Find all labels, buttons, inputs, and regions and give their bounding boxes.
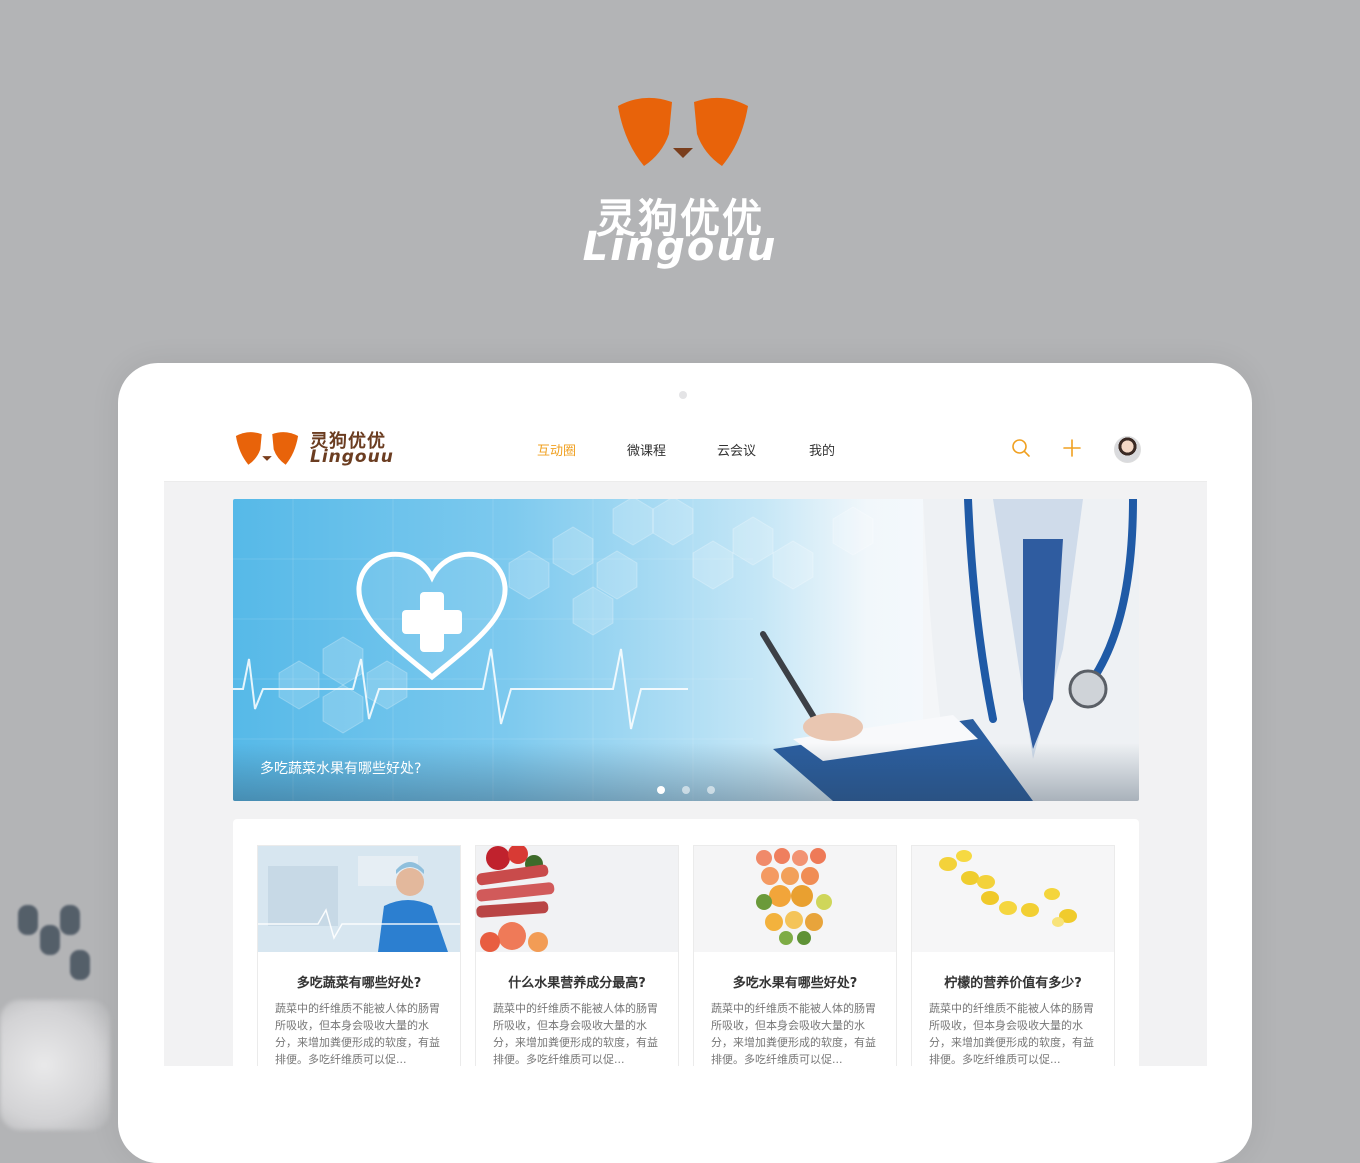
card-description: 蔬菜中的纤维质不能被人体的肠胃所吸收，但本身会吸收大量的水分，来增加粪便形成的软…: [275, 1002, 440, 1066]
decorative-pill: [60, 905, 80, 935]
article-card[interactable]: 多吃水果有哪些好处? 蔬菜中的纤维质不能被人体的肠胃所吸收，但本身会吸收大量的水…: [693, 845, 897, 1066]
decorative-bottle: [0, 1000, 110, 1130]
app-screen: 灵狗优优 Lingouu 互动圈 微课程 云会议 我的 多吃蔬菜水果有哪些好处?…: [164, 416, 1207, 1066]
article-card[interactable]: 什么水果营养成分最高? 蔬菜中的纤维质不能被人体的肠胃所吸收，但本身会吸收大量的…: [475, 845, 679, 1066]
top-navbar: 灵狗优优 Lingouu 互动圈 微课程 云会议 我的: [164, 416, 1207, 482]
article-card[interactable]: 多吃蔬菜有哪些好处? 蔬菜中的纤维质不能被人体的肠胃所吸收，但本身会吸收大量的水…: [257, 845, 461, 1066]
card-description: 蔬菜中的纤维质不能被人体的肠胃所吸收，但本身会吸收大量的水分，来增加粪便形成的软…: [711, 1002, 876, 1066]
decorative-pill: [40, 925, 60, 955]
tab-cloud-meeting[interactable]: 云会议: [717, 440, 756, 459]
decorative-pill: [70, 950, 90, 980]
card-title: 柠檬的营养价值有多少?: [944, 976, 1082, 991]
card-description: 蔬菜中的纤维质不能被人体的肠胃所吸收，但本身会吸收大量的水分，来增加粪便形成的软…: [929, 1002, 1094, 1066]
tablet-camera: [679, 391, 687, 399]
card-image-doctor: [258, 846, 460, 952]
carousel-dot[interactable]: [707, 786, 715, 794]
dog-logo-icon: [618, 97, 748, 166]
tab-mine[interactable]: 我的: [809, 440, 835, 459]
carousel-dot[interactable]: [657, 786, 665, 794]
dog-logo-icon[interactable]: [234, 430, 300, 466]
carousel-dot[interactable]: [682, 786, 690, 794]
hero-brand-en: Lingouu: [582, 224, 778, 270]
card-image-citrus: [694, 846, 896, 952]
article-cards-panel: 多吃蔬菜有哪些好处? 蔬菜中的纤维质不能被人体的肠胃所吸收，但本身会吸收大量的水…: [233, 819, 1139, 1066]
card-image-fruits: [476, 846, 678, 952]
card-title: 多吃蔬菜有哪些好处?: [296, 976, 422, 991]
search-icon[interactable]: [1011, 438, 1031, 458]
banner-caption[interactable]: 多吃蔬菜水果有哪些好处?: [260, 758, 421, 778]
card-image-lemons: [912, 846, 1114, 952]
card-title: 什么水果营养成分最高?: [508, 976, 646, 991]
decorative-pill: [18, 905, 38, 935]
nav-brand-en: Lingouu: [310, 447, 394, 467]
tab-micro-course[interactable]: 微课程: [627, 440, 666, 459]
tab-interaction-circle[interactable]: 互动圈: [537, 440, 576, 459]
plus-icon[interactable]: [1062, 438, 1082, 458]
article-card[interactable]: 柠檬的营养价值有多少? 蔬菜中的纤维质不能被人体的肠胃所吸收，但本身会吸收大量的…: [911, 845, 1115, 1066]
card-title: 多吃水果有哪些好处?: [732, 976, 858, 991]
banner-carousel[interactable]: 多吃蔬菜水果有哪些好处?: [233, 499, 1139, 801]
card-description: 蔬菜中的纤维质不能被人体的肠胃所吸收，但本身会吸收大量的水分，来增加粪便形成的软…: [493, 1002, 658, 1066]
user-avatar[interactable]: [1114, 436, 1141, 463]
